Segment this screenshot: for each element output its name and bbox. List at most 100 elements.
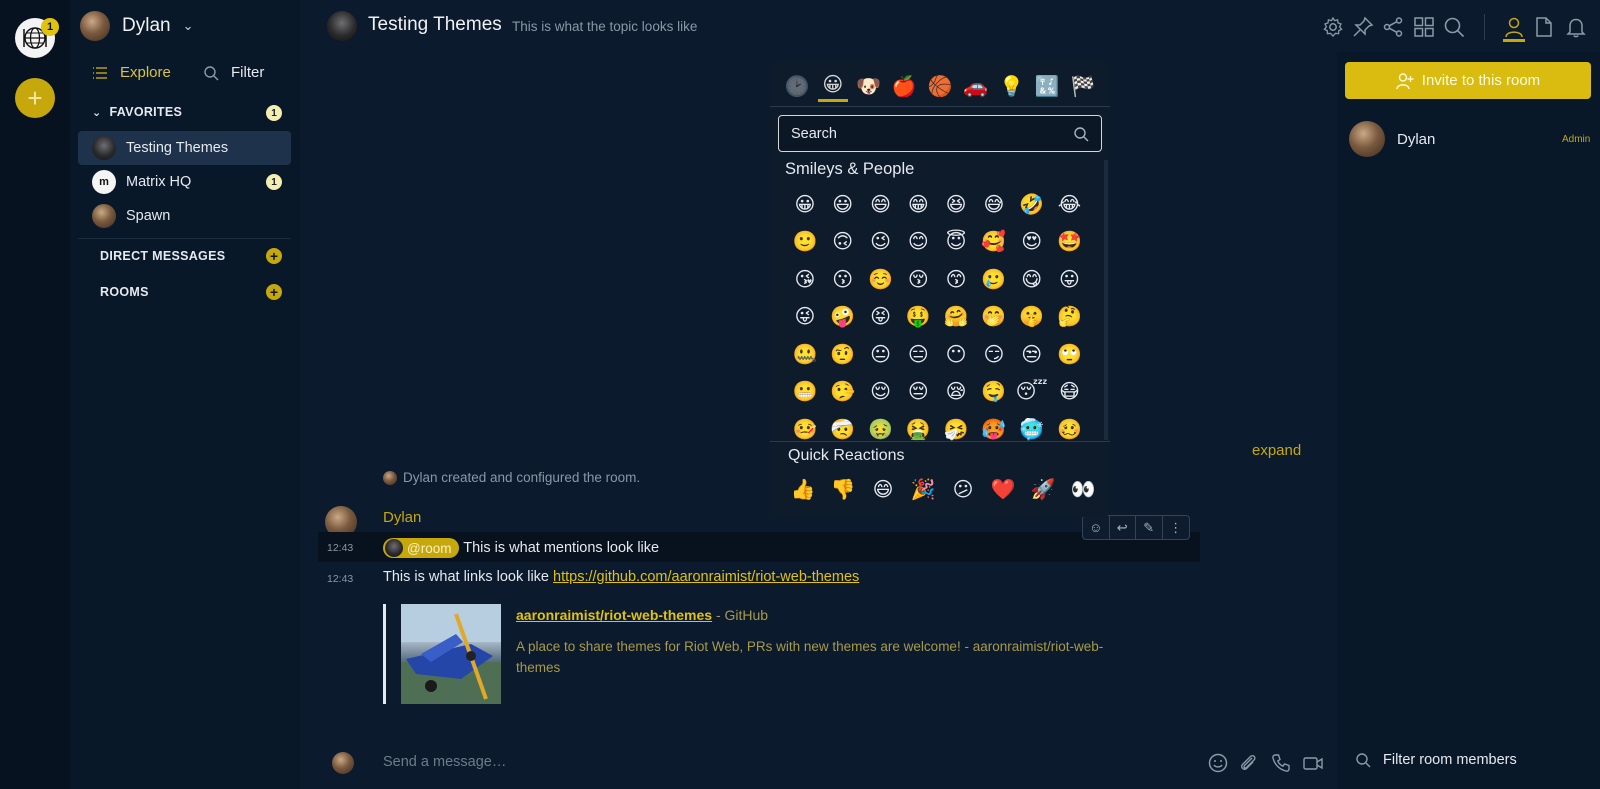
emoji-button[interactable]: 🤐	[786, 335, 824, 373]
emoji-button[interactable]: 🤩	[1051, 223, 1089, 261]
message-link[interactable]: https://github.com/aaronraimist/riot-web…	[553, 569, 859, 585]
emoji-button[interactable]: 🥰	[975, 223, 1013, 261]
url-preview-image[interactable]	[401, 604, 501, 704]
user-menu[interactable]: Dylan ⌄	[80, 10, 193, 42]
emoji-button[interactable]: 😙	[937, 260, 975, 298]
emoji-button[interactable]: 😉	[862, 223, 900, 261]
filter-members-input[interactable]: Filter room members	[1355, 752, 1517, 768]
room-topic[interactable]: This is what the topic looks like	[512, 19, 697, 34]
pin-icon[interactable]	[1352, 16, 1374, 38]
emoji-button[interactable]: 😔	[899, 373, 937, 411]
emoji-button[interactable]: 🙄	[1051, 335, 1089, 373]
emoji-button[interactable]: 😄	[862, 185, 900, 223]
emoji-button[interactable]: 🤗	[937, 298, 975, 336]
emoji-button[interactable]: 😊	[899, 223, 937, 261]
emoji-button[interactable]: 🤫	[1013, 298, 1051, 336]
react-icon[interactable]: ☺	[1083, 516, 1110, 539]
direct-messages-section-header[interactable]: DIRECT MESSAGES	[100, 249, 225, 263]
emoji-button[interactable]: 😋	[1013, 260, 1051, 298]
emoji-button[interactable]: 😚	[899, 260, 937, 298]
member-list-item[interactable]: Dylan	[1349, 121, 1435, 157]
emoji-button[interactable]: 😆	[937, 185, 975, 223]
emoji-button[interactable]: 😐	[862, 335, 900, 373]
message-composer-input[interactable]: Send a message…	[383, 754, 506, 770]
emoji-category-food-icon[interactable]: 🍎	[889, 70, 919, 102]
message-timestamp[interactable]: 12:43	[327, 542, 353, 554]
room-created-notice[interactable]: Dylan created and configured the room.	[383, 470, 640, 485]
emoji-button[interactable]: 😗	[824, 260, 862, 298]
message-timestamp[interactable]: 12:43	[327, 573, 353, 585]
emoji-button[interactable]: 🤥	[824, 373, 862, 411]
settings-icon[interactable]	[1322, 16, 1344, 38]
emoji-button[interactable]: 😪	[937, 373, 975, 411]
emoji-button[interactable]: 🤔	[1051, 298, 1089, 336]
room-title[interactable]: Testing Themes	[368, 14, 502, 36]
emoji-button[interactable]: 😝	[862, 298, 900, 336]
emoji-button[interactable]: 😀	[786, 185, 824, 223]
emoji-button[interactable]: 🤨	[824, 335, 862, 373]
emoji-button[interactable]: 😬	[786, 373, 824, 411]
room-item-testing-themes[interactable]: Testing Themes	[78, 131, 291, 165]
emoji-icon[interactable]	[1207, 752, 1229, 774]
people-icon[interactable]	[1503, 16, 1525, 38]
emoji-category-recent-icon[interactable]: 🕑	[782, 70, 812, 102]
options-icon[interactable]: ⋮	[1163, 516, 1189, 539]
rooms-section-header[interactable]: ROOMS	[100, 285, 149, 299]
emoji-button[interactable]: 🤣	[1013, 185, 1051, 223]
emoji-button[interactable]: 😇	[937, 223, 975, 261]
emoji-button[interactable]: 😛	[1051, 260, 1089, 298]
emoji-category-symbols-icon[interactable]: 🔣	[1032, 70, 1062, 102]
video-call-icon[interactable]	[1302, 752, 1324, 774]
emoji-button[interactable]: 😴	[1013, 373, 1051, 411]
quick-reaction-button[interactable]: 😄	[868, 477, 898, 502]
quick-reaction-button[interactable]: 🎉	[908, 477, 938, 502]
emoji-button[interactable]: 😌	[862, 373, 900, 411]
emoji-button[interactable]: 🤑	[899, 298, 937, 336]
emoji-category-smileys-icon[interactable]: 😀	[817, 70, 848, 102]
emoji-button[interactable]: 🤤	[975, 373, 1013, 411]
emoji-category-animals-icon[interactable]: 🐶	[854, 70, 884, 102]
share-icon[interactable]	[1382, 16, 1404, 38]
emoji-category-flags-icon[interactable]: 🏁	[1068, 70, 1098, 102]
quick-reaction-button[interactable]: 👎	[828, 477, 858, 502]
emoji-category-travel-icon[interactable]: 🚗	[961, 70, 991, 102]
room-item-spawn[interactable]: Spawn	[78, 199, 291, 233]
notifications-icon[interactable]	[1565, 16, 1587, 38]
emoji-button[interactable]: 😷	[1051, 373, 1089, 411]
emoji-category-activities-icon[interactable]: 🏀	[925, 70, 955, 102]
apps-grid-icon[interactable]	[1413, 16, 1435, 38]
favourites-section-header[interactable]: ⌄ FAVORITES	[92, 105, 182, 119]
emoji-button[interactable]: 🙂	[786, 223, 824, 261]
quick-reaction-button[interactable]: ❤️	[988, 477, 1018, 502]
emoji-button[interactable]: 🙃	[824, 223, 862, 261]
sender-name[interactable]: Dylan	[383, 509, 421, 526]
emoji-button[interactable]: 😍	[1013, 223, 1051, 261]
expand-link[interactable]: expand	[1252, 442, 1301, 459]
emoji-button[interactable]: 🥲	[975, 260, 1013, 298]
voice-call-icon[interactable]	[1270, 752, 1292, 774]
emoji-button[interactable]: 🤪	[824, 298, 862, 336]
start-chat-button[interactable]: +	[266, 248, 282, 264]
emoji-button[interactable]: 😅	[975, 185, 1013, 223]
emoji-button[interactable]: 😂	[1051, 185, 1089, 223]
room-item-matrix-hq[interactable]: m Matrix HQ	[78, 165, 291, 199]
emoji-category-objects-icon[interactable]: 💡	[997, 70, 1027, 102]
invite-to-room-button[interactable]: Invite to this room	[1345, 62, 1591, 99]
room-filter-button[interactable]: Filter	[203, 64, 264, 81]
quick-reaction-button[interactable]: 👀	[1068, 477, 1098, 502]
emoji-button[interactable]: 😜	[786, 298, 824, 336]
create-space-button[interactable]: +	[15, 78, 55, 118]
emoji-button[interactable]: 🤭	[975, 298, 1013, 336]
add-room-button[interactable]: +	[266, 284, 282, 300]
edit-icon[interactable]: ✎	[1136, 516, 1163, 539]
quick-reaction-button[interactable]: 👍	[788, 477, 818, 502]
emoji-button[interactable]: 😁	[899, 185, 937, 223]
emoji-button[interactable]: 😑	[899, 335, 937, 373]
search-icon[interactable]	[1443, 16, 1465, 38]
reply-icon[interactable]: ↩	[1110, 516, 1136, 539]
emoji-button[interactable]: 😶	[937, 335, 975, 373]
emoji-scrollbar[interactable]	[1104, 160, 1108, 440]
explore-button[interactable]: Explore	[92, 64, 171, 81]
emoji-button[interactable]: 😘	[786, 260, 824, 298]
emoji-search-input[interactable]	[791, 125, 1051, 142]
